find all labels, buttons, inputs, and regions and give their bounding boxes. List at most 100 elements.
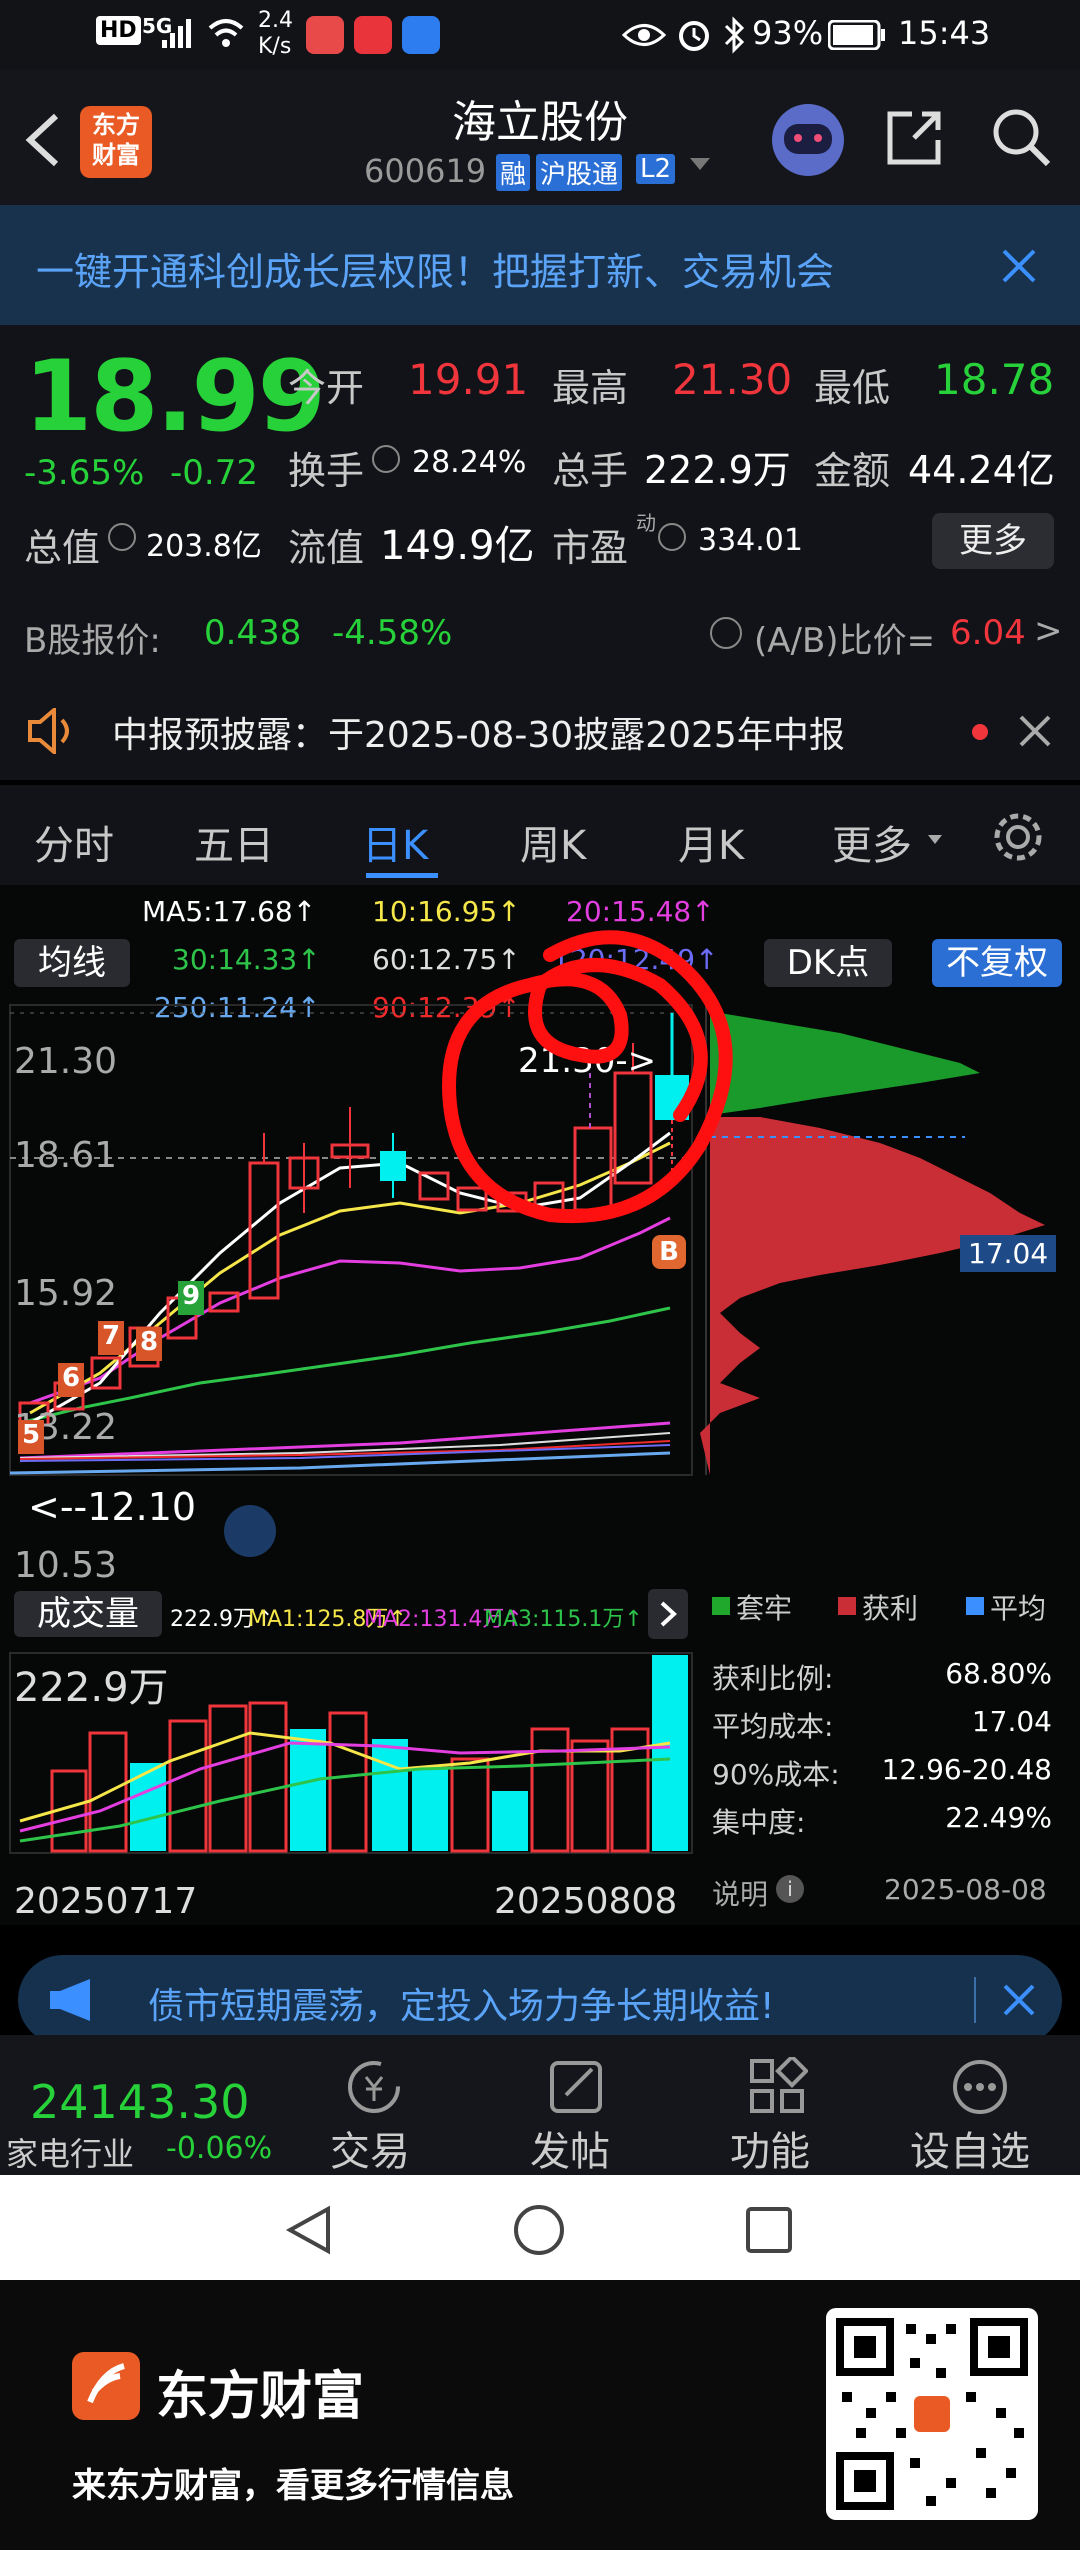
tab-intraday[interactable]: 分时 [34, 813, 114, 871]
adjust-button[interactable]: 不复权 [932, 939, 1062, 987]
adjust-label: 不复权 [946, 943, 1048, 983]
expand-icon[interactable] [224, 1505, 276, 1557]
chip-stat-label: 获利比例: [712, 1662, 834, 1695]
change-amount: -0.72 [170, 453, 258, 493]
ab-ratio-value: 6.04 [950, 613, 1026, 653]
close-icon[interactable] [1000, 247, 1038, 285]
legend-profit: 获利 [862, 1592, 919, 1625]
float-label: 流值 [288, 526, 365, 570]
footer-slogan: 来东方财富，看更多行情信息 [72, 2466, 514, 2506]
app-notification-icon [306, 16, 344, 54]
tab-monthly-k[interactable]: 月K [678, 813, 744, 871]
qr-code[interactable] [826, 2308, 1038, 2520]
chart-area: MA5:17.68↑ 10:16.95↑ 20:15.48↑ 30:14.33↑… [0, 885, 1080, 1925]
ma-toggle-button[interactable]: 均线 [14, 939, 130, 987]
tab-daily-k[interactable]: 日K [362, 813, 428, 871]
ab-ratio-label: (A/B)比价= [754, 621, 936, 661]
battery-percent: 93% [752, 14, 824, 52]
help-icon[interactable] [710, 617, 742, 649]
y-label-bottom: 10.53 [14, 1545, 118, 1586]
hd-indicator: HD [96, 16, 141, 45]
low-value: 18.78 [934, 355, 1055, 404]
close-icon[interactable] [1002, 1983, 1036, 2017]
chip-note-label[interactable]: 说明 [712, 1873, 768, 1913]
status-bar: HD 5G 2.4 K/s 93% 15:43 [0, 0, 1080, 70]
chevron-down-icon[interactable] [928, 835, 942, 844]
recents-nav-icon[interactable] [744, 2205, 794, 2255]
robot-assistant-icon[interactable] [772, 104, 844, 176]
chip-stat-value: 17.04 [971, 1705, 1052, 1738]
info-icon[interactable] [372, 445, 400, 473]
legend-avg-swatch [966, 1597, 984, 1615]
open-label: 今开 [288, 366, 365, 410]
index-value[interactable]: 24143.30 [30, 2075, 250, 2129]
android-nav-bar [0, 2175, 1080, 2280]
chip-stat-label: 90%成本: [712, 1758, 840, 1791]
speed-value: 2.4 [258, 8, 293, 33]
tab-more[interactable]: 更多 [832, 813, 912, 871]
chip-stat-label: 集中度: [712, 1806, 806, 1839]
post-label[interactable]: 发帖 [530, 2119, 610, 2177]
watchlist-label[interactable]: 设自选 [910, 2119, 1030, 2177]
chip-stat-row: 90%成本: 12.96-20.48 [712, 1753, 1052, 1793]
promo-banner[interactable]: 一键开通科创成长层权限！把握打新、交易机会 [0, 205, 1080, 325]
change-percent: -3.65% [24, 453, 145, 493]
more-button[interactable]: 更多 [932, 513, 1054, 569]
b-share-row: B股报价: 0.438 -4.58% (A/B)比价= 6.04 > [0, 595, 1080, 675]
bluetooth-icon [724, 16, 745, 54]
chip-stat-row: 集中度: 22.49% [712, 1801, 1052, 1841]
date-end: 20250808 [494, 1881, 678, 1922]
margin-tag: 融 [496, 154, 531, 191]
date-start: 20250717 [14, 1881, 198, 1922]
clock-time: 15:43 [898, 14, 991, 52]
last-price: 18.99 [24, 340, 326, 454]
tab-five-day[interactable]: 五日 [194, 813, 274, 871]
close-icon[interactable] [1018, 714, 1052, 748]
chevron-down-icon[interactable] [690, 158, 710, 170]
ma20-line [29, 1216, 671, 1405]
alarm-icon [679, 21, 709, 51]
tab-weekly-k[interactable]: 周K [520, 813, 586, 871]
chevron-right-icon[interactable]: > [1034, 611, 1063, 651]
bottom-toolbar: 24143.30 家电行业 -0.06% 交易 发帖 功能 设自选 [0, 2035, 1080, 2175]
more-dots-icon[interactable] [950, 2057, 1010, 2117]
notice-text: 中报预披露：于2025-08-30披露2025年中报 [112, 715, 845, 756]
seq-count-7: 7 [98, 1321, 124, 1355]
info-icon[interactable] [658, 523, 686, 551]
volume-label: 总手 [552, 449, 629, 493]
eye-icon [622, 24, 666, 46]
chevron-right-icon[interactable] [648, 1589, 688, 1639]
back-nav-icon[interactable] [284, 2205, 334, 2255]
b-share-label: B股报价: [24, 621, 161, 661]
functions-icon[interactable] [748, 2057, 808, 2117]
gear-icon[interactable] [990, 809, 1046, 865]
bulb-app-icon [402, 16, 440, 54]
volume-ma3: MA3:115.1万↑ [484, 1607, 643, 1632]
b-share-change: -4.58% [332, 613, 453, 653]
trade-icon[interactable] [344, 2057, 404, 2117]
amount-label: 金额 [814, 449, 891, 493]
ad-bar[interactable]: 债市短期震荡，定投入场力争长期收益! [18, 1955, 1062, 2045]
b-share-price: 0.438 [204, 613, 302, 653]
ma-toggle-label: 均线 [38, 943, 106, 983]
home-nav-icon[interactable] [512, 2203, 566, 2257]
volume-indicator-button[interactable]: 成交量 [14, 1591, 162, 1637]
y-label-top: 21.30 [14, 1041, 118, 1082]
trade-label[interactable]: 交易 [330, 2119, 410, 2177]
index-name[interactable]: 家电行业 [6, 2129, 134, 2175]
info-icon[interactable] [108, 523, 136, 551]
notice-bar[interactable]: 中报预披露：于2025-08-30披露2025年中报 [0, 680, 1080, 780]
share-icon[interactable] [884, 106, 944, 168]
dk-point-button[interactable]: DK点 [764, 939, 892, 987]
functions-label[interactable]: 功能 [730, 2119, 810, 2177]
info-icon[interactable]: i [776, 1875, 804, 1903]
open-value: 19.91 [408, 355, 529, 404]
ma5-value: MA5:17.68↑ [142, 895, 317, 928]
connect-tag: 沪股通 [536, 154, 623, 191]
dk-point-label: DK点 [786, 943, 870, 983]
post-icon[interactable] [548, 2057, 606, 2117]
chip-stat-row: 平均成本: 17.04 [712, 1705, 1052, 1745]
mktcap-label: 总值 [24, 526, 101, 570]
search-icon[interactable] [990, 106, 1054, 170]
banner-text: 一键开通科创成长层权限！把握打新、交易机会 [36, 250, 835, 294]
